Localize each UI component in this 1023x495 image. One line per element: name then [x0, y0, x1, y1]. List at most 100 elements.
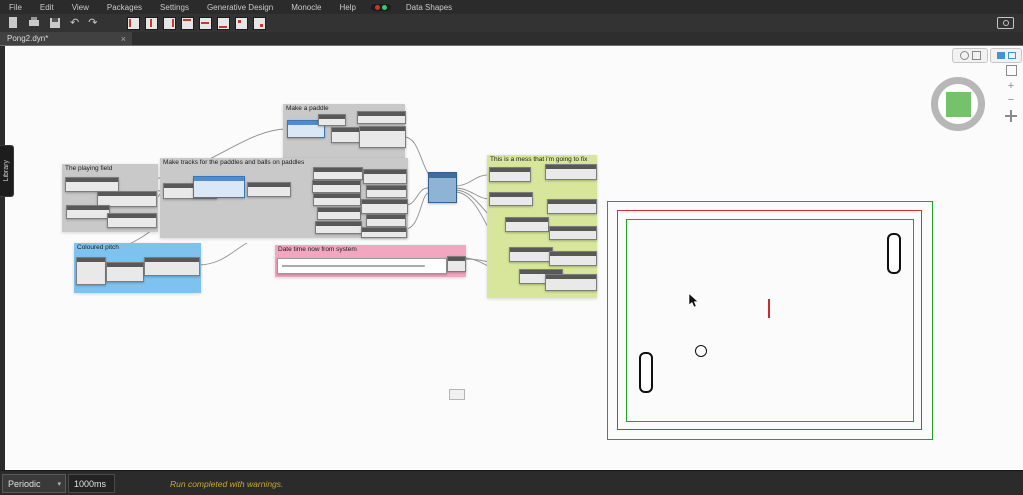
chevron-down-icon: ▾ — [57, 480, 61, 488]
orbit-icon — [959, 51, 969, 60]
node[interactable] — [547, 199, 597, 214]
node[interactable] — [363, 169, 407, 184]
paddle-left — [639, 352, 653, 393]
align-center-x-icon[interactable] — [145, 16, 159, 30]
library-label: Library — [3, 160, 10, 182]
align-left-icon[interactable] — [127, 16, 141, 30]
group-coloured-pitch[interactable]: Coloured pitch — [74, 243, 201, 293]
group-make-a-paddle[interactable]: Make a paddle — [283, 104, 406, 160]
node[interactable] — [361, 227, 407, 238]
tab-close-icon[interactable]: × — [121, 34, 132, 44]
run-mode-dropdown[interactable]: Periodic ▾ — [2, 474, 66, 493]
group-playing-field[interactable]: The playing field — [62, 164, 158, 232]
workspace-canvas[interactable]: Make a paddle The playing field Make tra… — [0, 45, 1023, 470]
menu-help[interactable]: Help — [330, 3, 364, 12]
redo-icon[interactable]: ↷ — [88, 17, 97, 29]
run-interval-value: 1000ms — [74, 478, 107, 489]
node[interactable] — [313, 193, 361, 206]
align-bottom-icon[interactable] — [217, 16, 231, 30]
distribute-y-icon[interactable] — [253, 16, 267, 30]
node[interactable] — [366, 214, 406, 227]
field-inner-boundary — [626, 219, 914, 422]
collapsed-note[interactable] — [449, 389, 465, 400]
node[interactable] — [549, 226, 597, 240]
node[interactable] — [317, 207, 361, 220]
node[interactable] — [489, 192, 533, 206]
run-state-indicator[interactable] — [370, 3, 391, 11]
menu-settings[interactable]: Settings — [151, 3, 198, 12]
node[interactable] — [66, 205, 110, 219]
menu-edit[interactable]: Edit — [31, 3, 63, 12]
node[interactable] — [313, 167, 363, 180]
group-title: This is a mess that i'm going to fix — [490, 156, 588, 163]
dynamo-window: File Edit View Packages Settings Generat… — [0, 0, 1023, 495]
node[interactable] — [366, 185, 407, 198]
menu-view[interactable]: View — [63, 3, 98, 12]
node[interactable] — [505, 217, 549, 232]
undo-icon[interactable]: ↶ — [70, 17, 79, 29]
node[interactable] — [247, 182, 291, 197]
node[interactable] — [315, 221, 362, 234]
align-center-y-icon[interactable] — [199, 16, 213, 30]
menu-data-shapes[interactable]: Data Shapes — [397, 3, 461, 12]
new-file-icon[interactable] — [7, 17, 19, 29]
grid-icon — [1007, 52, 1016, 59]
open-file-icon[interactable] — [28, 17, 40, 29]
library-panel-toggle[interactable]: Library — [0, 145, 14, 197]
node[interactable] — [549, 251, 597, 266]
node[interactable] — [545, 164, 597, 180]
menu-packages[interactable]: Packages — [98, 3, 151, 12]
zoom-fit-button[interactable] — [1006, 65, 1017, 76]
distribute-x-icon[interactable] — [235, 16, 249, 30]
node[interactable] — [107, 213, 157, 228]
node[interactable] — [447, 256, 466, 272]
group-title: The playing field — [65, 165, 113, 172]
node[interactable] — [357, 111, 406, 124]
background-preview-widget[interactable] — [931, 77, 985, 131]
align-right-icon[interactable] — [163, 16, 177, 30]
toolbar: ↶ ↷ — [0, 14, 1023, 32]
node[interactable] — [65, 177, 119, 192]
menu-monocle[interactable]: Monocle — [282, 3, 330, 12]
node[interactable] — [489, 167, 531, 182]
run-interval-input[interactable]: 1000ms — [68, 474, 115, 493]
watch-node[interactable] — [428, 172, 457, 203]
node[interactable] — [545, 274, 597, 291]
group-title: Coloured pitch — [77, 244, 119, 251]
group-date-time[interactable]: Date time now from system — [275, 245, 466, 277]
align-top-icon[interactable] — [181, 16, 195, 30]
zoom-in-button[interactable]: + — [1004, 80, 1018, 94]
zoom-out-button[interactable]: − — [1004, 94, 1018, 108]
menu-generative-design[interactable]: Generative Design — [198, 3, 282, 12]
green-dot-icon — [381, 4, 387, 10]
node[interactable] — [318, 114, 346, 126]
paddle-right — [887, 233, 901, 274]
export-screenshot-icon[interactable] — [997, 17, 1014, 29]
node[interactable] — [76, 257, 106, 285]
group-mess-to-fix[interactable]: This is a mess that i'm going to fix — [487, 155, 597, 298]
graph-view-toggle[interactable] — [990, 48, 1022, 63]
node[interactable] — [193, 176, 245, 198]
shape-icon — [971, 51, 981, 60]
group-make-tracks[interactable]: Make tracks for the paddles and balls on… — [160, 158, 408, 238]
group-title: Make a paddle — [286, 105, 329, 112]
red-tick-line — [768, 299, 770, 318]
node[interactable] — [312, 180, 361, 193]
node-align-tools — [127, 16, 267, 30]
menu-bar: File Edit View Packages Settings Generat… — [0, 0, 1023, 14]
node[interactable] — [106, 262, 144, 282]
node[interactable] — [509, 247, 553, 262]
geometry-view-toggle[interactable] — [952, 48, 988, 63]
left-edge-strip — [0, 45, 5, 470]
pan-button[interactable] — [1004, 109, 1018, 123]
menu-file[interactable]: File — [0, 3, 31, 12]
node[interactable] — [144, 257, 200, 276]
red-dot-icon — [374, 4, 380, 10]
code-block-node[interactable] — [277, 258, 447, 274]
node[interactable] — [361, 199, 408, 214]
group-title: Date time now from system — [278, 246, 357, 253]
tab-pong2[interactable]: Pong2.dyn* × — [0, 32, 132, 45]
save-icon[interactable] — [49, 17, 61, 29]
node[interactable] — [359, 126, 406, 148]
group-title: Make tracks for the paddles and balls on… — [163, 159, 305, 166]
